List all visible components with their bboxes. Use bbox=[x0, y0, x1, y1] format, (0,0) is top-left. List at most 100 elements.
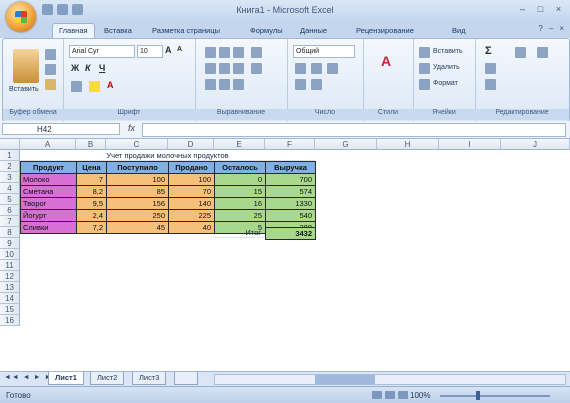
column-header-c[interactable]: C bbox=[106, 139, 168, 150]
copy-icon[interactable] bbox=[45, 64, 56, 75]
column-header-f[interactable]: F bbox=[265, 139, 315, 150]
align-top-icon[interactable] bbox=[205, 47, 216, 58]
normal-view-icon[interactable] bbox=[372, 391, 382, 399]
column-header-b[interactable]: B bbox=[76, 139, 106, 150]
column-header-a[interactable]: A bbox=[20, 139, 76, 150]
row-header[interactable]: 6 bbox=[0, 205, 20, 216]
sheet-tab[interactable]: Лист3 bbox=[132, 372, 167, 385]
shrink-font-icon[interactable]: A bbox=[177, 46, 182, 53]
row-header[interactable]: 16 bbox=[0, 315, 20, 326]
horizontal-scrollbar[interactable] bbox=[214, 374, 566, 385]
close-button[interactable]: × bbox=[551, 3, 566, 15]
total-revenue-cell[interactable]: 3432 bbox=[265, 227, 316, 240]
font-size-combo[interactable]: 10 bbox=[137, 45, 163, 58]
tab-home[interactable]: Главная bbox=[52, 23, 95, 38]
zoom-slider-handle[interactable] bbox=[476, 391, 480, 400]
tab-data[interactable]: Данные bbox=[300, 24, 327, 38]
tab-page-layout[interactable]: Разметка страницы bbox=[152, 24, 220, 38]
decrease-indent-icon[interactable] bbox=[205, 79, 216, 90]
worksheet-grid[interactable]: A B C D E F G H I J 1 2 3 4 5 6 7 8 9 10… bbox=[0, 139, 570, 371]
row-header[interactable]: 2 bbox=[0, 161, 20, 172]
row-header[interactable]: 15 bbox=[0, 304, 20, 315]
decrease-decimal-icon[interactable] bbox=[311, 79, 322, 90]
currency-icon[interactable] bbox=[295, 63, 306, 74]
wrap-text-icon[interactable] bbox=[251, 63, 262, 74]
underline-icon[interactable]: Ч bbox=[99, 63, 105, 73]
price-cell[interactable]: 7,2 bbox=[76, 221, 107, 234]
increase-decimal-icon[interactable] bbox=[295, 79, 306, 90]
row-header[interactable]: 12 bbox=[0, 271, 20, 282]
zoom-slider[interactable] bbox=[440, 395, 550, 397]
merge-center-icon[interactable] bbox=[233, 79, 244, 90]
ribbon-close-icon[interactable]: × bbox=[559, 24, 564, 33]
ribbon-minimize-icon[interactable]: – bbox=[549, 24, 553, 33]
column-header-e[interactable]: E bbox=[214, 139, 265, 150]
column-header-i[interactable]: I bbox=[439, 139, 501, 150]
format-painter-icon[interactable] bbox=[45, 79, 56, 90]
italic-icon[interactable]: К bbox=[85, 63, 91, 73]
row-header[interactable]: 14 bbox=[0, 293, 20, 304]
sold-cell[interactable]: 40 bbox=[168, 221, 215, 234]
increase-indent-icon[interactable] bbox=[219, 79, 230, 90]
row-header[interactable]: 10 bbox=[0, 249, 20, 260]
tab-formulas[interactable]: Формулы bbox=[250, 24, 283, 38]
borders-icon[interactable] bbox=[71, 81, 82, 92]
number-format-combo[interactable]: Общий bbox=[293, 45, 355, 58]
align-center-icon[interactable] bbox=[219, 63, 230, 74]
fill-color-icon[interactable] bbox=[89, 81, 100, 92]
select-all-corner[interactable] bbox=[0, 139, 20, 150]
product-cell[interactable]: Сливки bbox=[20, 221, 77, 234]
scrollbar-thumb[interactable] bbox=[315, 375, 375, 384]
insert-cells-label[interactable]: Вставить bbox=[433, 48, 463, 55]
find-select-icon[interactable] bbox=[537, 47, 548, 58]
percent-icon[interactable] bbox=[311, 63, 322, 74]
row-header[interactable]: 5 bbox=[0, 194, 20, 205]
sheet-tab[interactable]: Лист1 bbox=[48, 372, 84, 385]
total-label[interactable]: Итог bbox=[215, 227, 265, 238]
tab-view[interactable]: Вид bbox=[452, 24, 466, 38]
grow-font-icon[interactable]: A bbox=[165, 45, 172, 55]
align-right-icon[interactable] bbox=[233, 63, 244, 74]
sort-filter-icon[interactable] bbox=[515, 47, 526, 58]
insert-function-icon[interactable]: fx bbox=[128, 123, 135, 133]
tab-insert[interactable]: Вставка bbox=[104, 24, 132, 38]
office-button[interactable] bbox=[6, 2, 36, 32]
align-bottom-icon[interactable] bbox=[233, 47, 244, 58]
format-cells-icon[interactable] bbox=[419, 79, 430, 90]
orientation-icon[interactable] bbox=[251, 47, 262, 58]
font-name-combo[interactable]: Arial Cyr bbox=[69, 45, 135, 58]
align-middle-icon[interactable] bbox=[219, 47, 230, 58]
paste-label[interactable]: Вставить bbox=[9, 86, 39, 93]
minimize-button[interactable]: – bbox=[515, 3, 530, 15]
name-box[interactable]: H42 bbox=[2, 123, 120, 135]
help-icon[interactable]: ? bbox=[538, 24, 542, 33]
column-header-j[interactable]: J bbox=[501, 139, 570, 150]
row-header[interactable]: 4 bbox=[0, 183, 20, 194]
row-header[interactable]: 11 bbox=[0, 260, 20, 271]
column-header-g[interactable]: G bbox=[315, 139, 377, 150]
row-header[interactable]: 1 bbox=[0, 150, 20, 161]
cut-icon[interactable] bbox=[45, 49, 56, 60]
column-header-d[interactable]: D bbox=[168, 139, 214, 150]
comma-style-icon[interactable] bbox=[327, 63, 338, 74]
tab-review[interactable]: Рецензирование bbox=[356, 24, 414, 38]
paste-icon[interactable] bbox=[13, 49, 39, 83]
row-header[interactable]: 9 bbox=[0, 238, 20, 249]
column-header-h[interactable]: H bbox=[377, 139, 439, 150]
align-left-icon[interactable] bbox=[205, 63, 216, 74]
sheet-tab[interactable]: Лист2 bbox=[90, 372, 125, 385]
table-title[interactable]: Учет продажи молочных продуктов bbox=[20, 150, 315, 161]
received-cell[interactable]: 45 bbox=[106, 221, 169, 234]
zoom-level[interactable]: 100% bbox=[410, 391, 430, 400]
maximize-button[interactable]: □ bbox=[533, 3, 548, 15]
format-cells-label[interactable]: Формат bbox=[433, 80, 458, 87]
font-color-icon[interactable]: A bbox=[107, 80, 114, 90]
bold-icon[interactable]: Ж bbox=[71, 63, 79, 73]
insert-sheet-icon[interactable] bbox=[174, 372, 198, 385]
insert-cells-icon[interactable] bbox=[419, 47, 430, 58]
styles-icon[interactable]: A bbox=[381, 53, 391, 69]
row-header[interactable]: 7 bbox=[0, 216, 20, 227]
delete-cells-label[interactable]: Удалить bbox=[433, 64, 460, 71]
row-header[interactable]: 13 bbox=[0, 282, 20, 293]
formula-input[interactable] bbox=[142, 123, 566, 137]
